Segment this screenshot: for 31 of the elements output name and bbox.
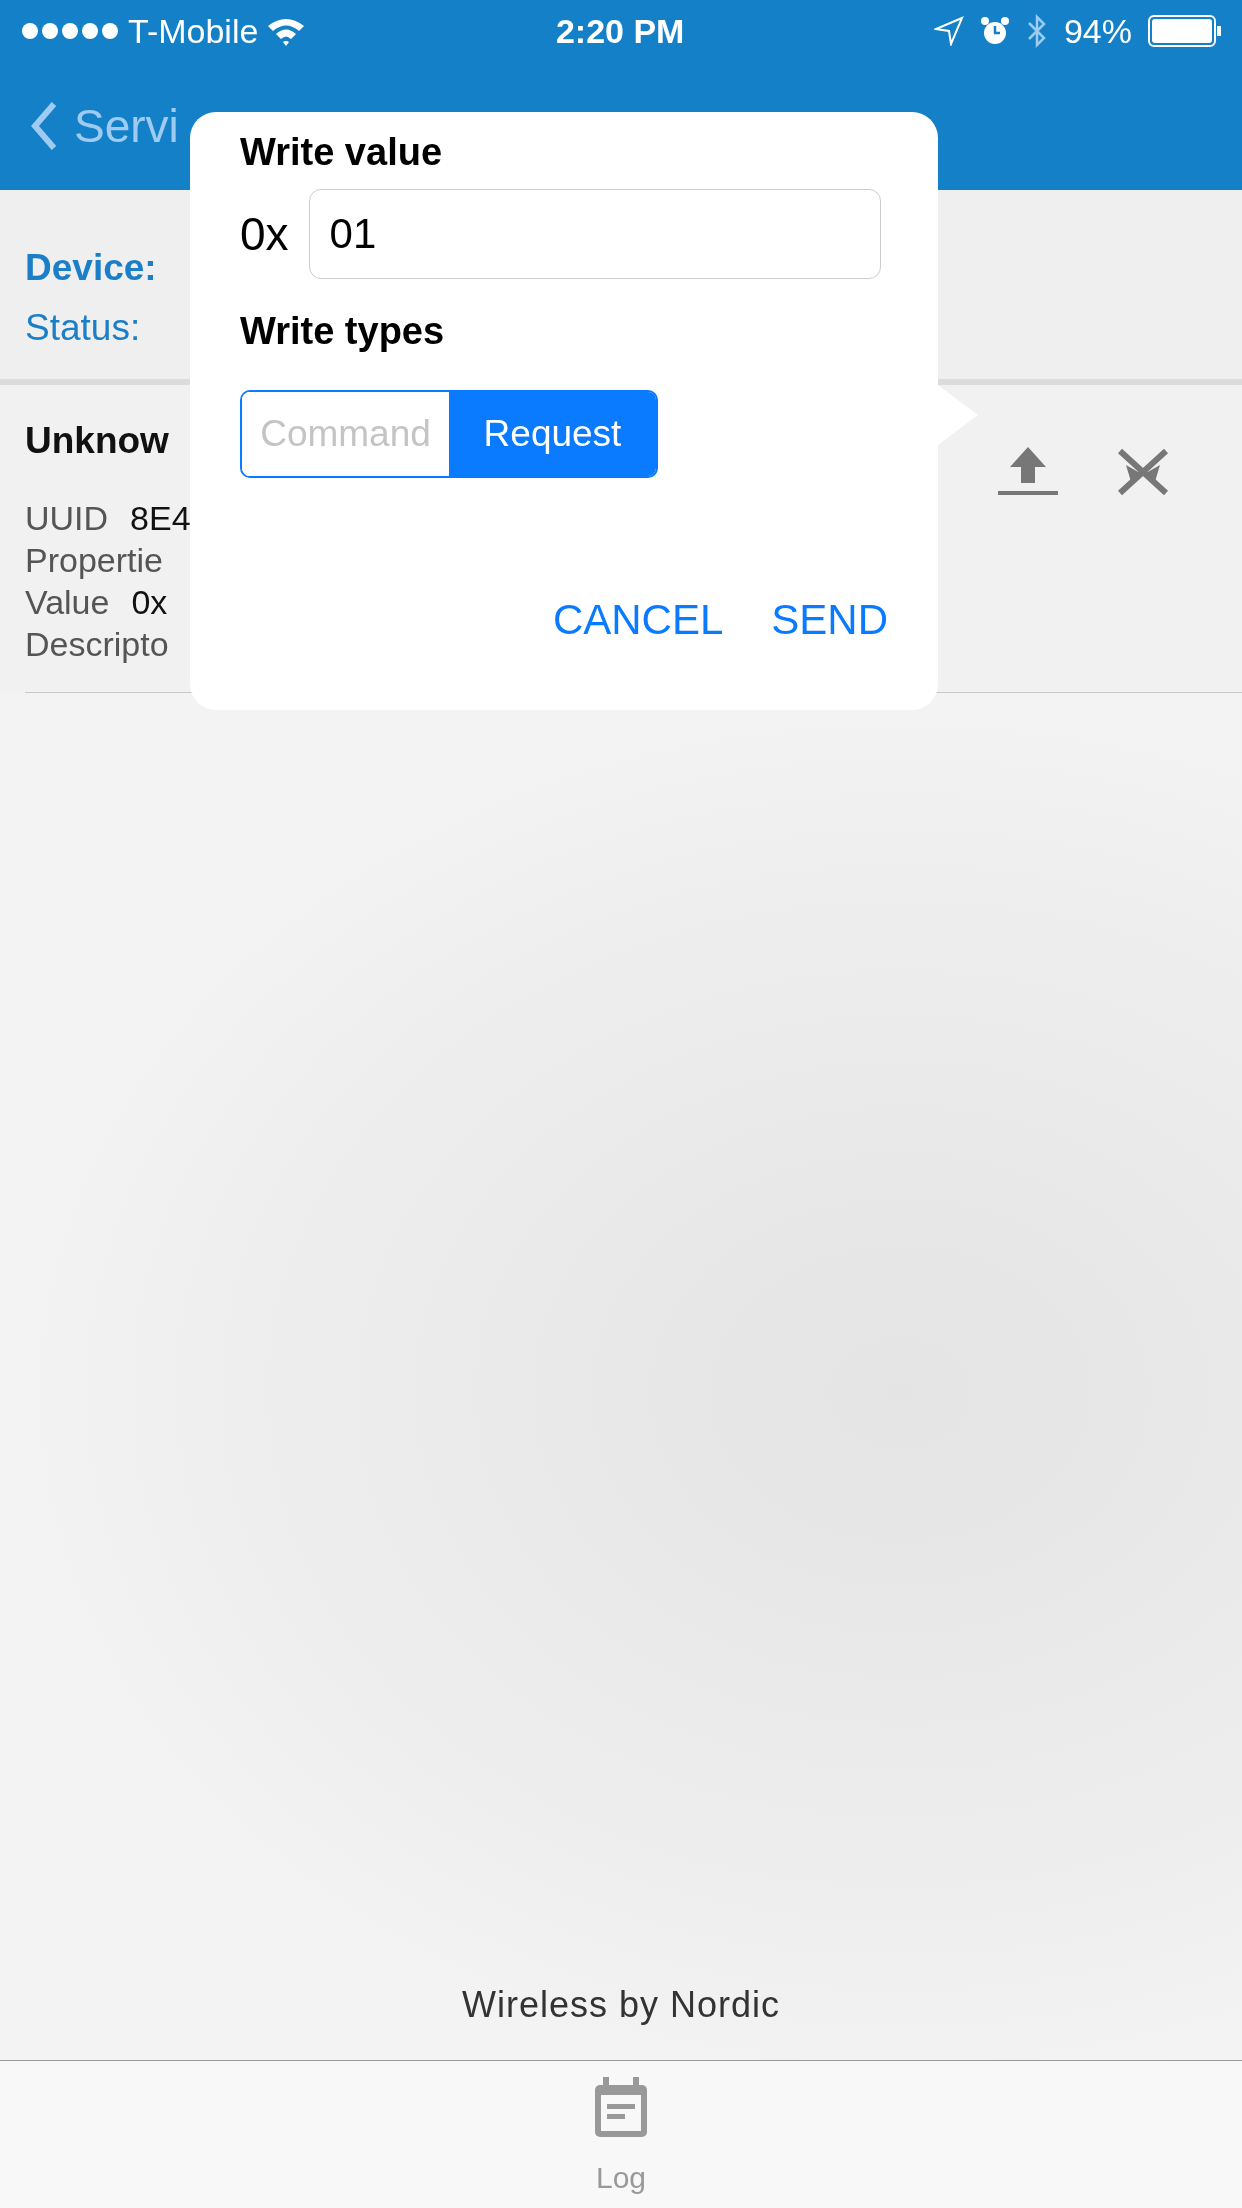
characteristic-name: Unknow	[25, 419, 169, 463]
field-label: UUID	[25, 498, 109, 537]
segment-option[interactable]: Request	[449, 392, 656, 476]
chevron-icon	[30, 101, 58, 151]
location-icon	[933, 16, 964, 46]
back-button[interactable]: Servi	[30, 91, 179, 161]
hex-input-field[interactable]: 01	[308, 189, 881, 279]
wifi-icon	[266, 16, 307, 46]
field-label: Descripto	[25, 624, 169, 663]
footer-text: Wireless by Nordic	[461, 1983, 781, 2027]
dialog-title: Write value	[240, 130, 444, 175]
section-label: Write types	[240, 309, 446, 354]
signal-icon	[20, 21, 120, 41]
device-label: Device:	[25, 246, 157, 290]
alarm-icon	[979, 16, 1010, 46]
carrier-name: T-Mobile	[128, 10, 259, 52]
battery-level: 94%	[1063, 10, 1132, 52]
dialog-button[interactable]: SEND	[771, 588, 888, 651]
bluetooth-icon	[1025, 13, 1048, 49]
field-label: Value	[25, 582, 110, 621]
tab-item[interactable]: Log	[593, 2061, 649, 2208]
notepad-icon	[593, 2077, 649, 2139]
upload-icon[interactable]	[998, 445, 1058, 497]
hex-prefix: 0x	[240, 206, 289, 262]
battery-icon	[1148, 15, 1222, 47]
field-value: 0x	[131, 582, 168, 621]
status-label: Status:	[25, 306, 141, 350]
clock: 2:20 PM	[555, 11, 685, 50]
dialog-button[interactable]: CANCEL	[552, 588, 724, 651]
field-value: 8E4	[130, 498, 191, 537]
field-label: Propertie	[25, 540, 163, 579]
